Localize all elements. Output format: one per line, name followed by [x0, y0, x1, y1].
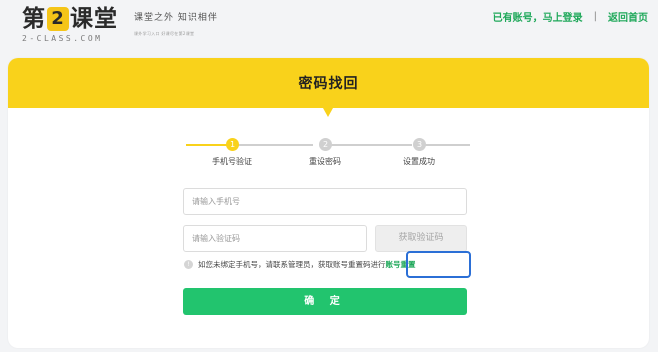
logo-badge: 2 [47, 7, 69, 31]
step-line-2 [326, 144, 412, 146]
login-link[interactable]: 已有账号，马上登录 [493, 9, 583, 24]
progress-steps: 1 2 3 手机号验证 重设密码 设置成功 [8, 138, 649, 178]
logo-wordmark: 第 2 课堂 [22, 4, 122, 34]
phone-input[interactable] [183, 188, 467, 215]
confirm-button[interactable]: 确 定 [183, 288, 467, 315]
verification-code-input[interactable] [183, 225, 367, 252]
step-1-dot: 1 [226, 138, 239, 151]
home-link[interactable]: 返回首页 [608, 9, 648, 24]
step-2-dot: 2 [319, 138, 332, 151]
link-separator: | [593, 11, 597, 22]
card-header: 密码找回 [8, 58, 649, 117]
step-3-label: 设置成功 [403, 157, 435, 166]
get-code-button[interactable]: 获取验证码 [375, 225, 467, 252]
bind-phone-notice: ! 如您未绑定手机号，请联系管理员，获取账号重置码进行 账号重置 [184, 259, 416, 270]
step-1-label: 手机号验证 [212, 157, 252, 166]
step-line-1b [233, 144, 313, 146]
logo-domain: 2-CLASS.COM [22, 34, 103, 43]
info-icon: ! [184, 260, 193, 269]
step-line-3 [425, 144, 470, 146]
step-3-dot: 3 [413, 138, 426, 151]
logo-text-right: 课堂 [70, 6, 118, 32]
slogan: 课堂之外 知识相伴 [134, 13, 218, 23]
site-header: 第 2 课堂 2-CLASS.COM 课堂之外 知识相伴 课外学习入口 好课尽在… [0, 0, 658, 56]
highlight-box [406, 251, 471, 278]
slogan-sub: 课外学习入口 好课尽在第2课堂 [134, 31, 195, 36]
logo-text-left: 第 [22, 6, 46, 32]
notice-text: 如您未绑定手机号，请联系管理员，获取账号重置码进行 [198, 260, 386, 269]
page-title: 密码找回 [298, 76, 359, 92]
step-2-label: 重设密码 [309, 157, 341, 166]
top-links: 已有账号，马上登录 | 返回首页 [493, 9, 648, 24]
password-recovery-card: 密码找回 1 2 3 手机号验证 重设密码 设置成功 获取验证码 ! 如您未绑定… [8, 58, 649, 348]
site-logo[interactable]: 第 2 课堂 2-CLASS.COM [22, 4, 122, 43]
